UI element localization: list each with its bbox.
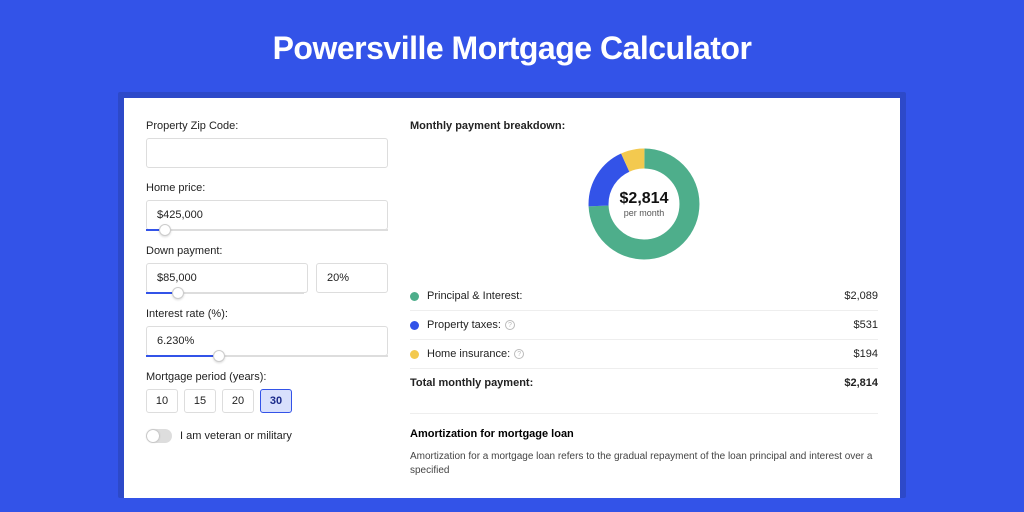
total-label: Total monthly payment: bbox=[410, 377, 844, 389]
amortization-title: Amortization for mortgage loan bbox=[410, 428, 878, 440]
breakdown-item: Principal & Interest:$2,089 bbox=[410, 282, 878, 310]
toggle-knob-icon bbox=[147, 430, 159, 442]
breakdown-item-value: $194 bbox=[854, 348, 878, 360]
info-icon[interactable]: ? bbox=[514, 349, 524, 359]
breakdown-title: Monthly payment breakdown: bbox=[410, 120, 878, 132]
total-value: $2,814 bbox=[844, 377, 878, 389]
breakdown-item: Home insurance:?$194 bbox=[410, 339, 878, 368]
legend-dot-icon bbox=[410, 292, 419, 301]
veteran-label: I am veteran or military bbox=[180, 430, 292, 442]
interest-input[interactable] bbox=[146, 326, 388, 356]
period-field: Mortgage period (years): 10152030 bbox=[146, 371, 388, 413]
home-price-label: Home price: bbox=[146, 182, 388, 194]
slider-handle-icon[interactable] bbox=[159, 224, 171, 236]
down-payment-slider[interactable] bbox=[146, 292, 304, 294]
veteran-toggle[interactable] bbox=[146, 429, 172, 443]
interest-slider[interactable] bbox=[146, 355, 388, 357]
donut-chart: $2,814 per month bbox=[584, 144, 704, 264]
down-payment-field: Down payment: bbox=[146, 245, 388, 294]
page-title: Powersville Mortgage Calculator bbox=[0, 0, 1024, 92]
zip-field: Property Zip Code: bbox=[146, 120, 388, 168]
zip-label: Property Zip Code: bbox=[146, 120, 388, 132]
period-button-15[interactable]: 15 bbox=[184, 389, 216, 413]
home-price-slider[interactable] bbox=[146, 229, 388, 231]
period-label: Mortgage period (years): bbox=[146, 371, 388, 383]
total-row: Total monthly payment: $2,814 bbox=[410, 368, 878, 397]
calculator-card: Property Zip Code: Home price: Down paym… bbox=[124, 98, 900, 498]
form-column: Property Zip Code: Home price: Down paym… bbox=[146, 120, 388, 498]
amortization-block: Amortization for mortgage loan Amortizat… bbox=[410, 413, 878, 478]
home-price-input[interactable] bbox=[146, 200, 388, 230]
period-button-20[interactable]: 20 bbox=[222, 389, 254, 413]
down-payment-input[interactable] bbox=[146, 263, 308, 293]
zip-input[interactable] bbox=[146, 138, 388, 168]
down-payment-label: Down payment: bbox=[146, 245, 388, 257]
interest-label: Interest rate (%): bbox=[146, 308, 388, 320]
card-outer: Property Zip Code: Home price: Down paym… bbox=[118, 92, 906, 498]
slider-handle-icon[interactable] bbox=[172, 287, 184, 299]
veteran-row: I am veteran or military bbox=[146, 429, 388, 443]
breakdown-item-value: $531 bbox=[854, 319, 878, 331]
breakdown-item: Property taxes:?$531 bbox=[410, 310, 878, 339]
info-icon[interactable]: ? bbox=[505, 320, 515, 330]
amortization-text: Amortization for a mortgage loan refers … bbox=[410, 450, 878, 478]
breakdown-item-label: Principal & Interest: bbox=[427, 290, 844, 302]
down-payment-pct-input[interactable] bbox=[316, 263, 388, 293]
home-price-field: Home price: bbox=[146, 182, 388, 231]
donut-amount: $2,814 bbox=[620, 190, 669, 208]
period-button-30[interactable]: 30 bbox=[260, 389, 292, 413]
period-button-10[interactable]: 10 bbox=[146, 389, 178, 413]
breakdown-item-value: $2,089 bbox=[844, 290, 878, 302]
breakdown-item-label: Home insurance:? bbox=[427, 348, 854, 360]
donut-chart-wrap: $2,814 per month bbox=[410, 144, 878, 264]
breakdown-item-label: Property taxes:? bbox=[427, 319, 854, 331]
interest-field: Interest rate (%): bbox=[146, 308, 388, 357]
legend-dot-icon bbox=[410, 350, 419, 359]
legend-dot-icon bbox=[410, 321, 419, 330]
slider-handle-icon[interactable] bbox=[213, 350, 225, 362]
donut-center: $2,814 per month bbox=[584, 144, 704, 264]
breakdown-column: Monthly payment breakdown: $2,814 per mo… bbox=[410, 120, 878, 498]
donut-sub: per month bbox=[624, 208, 665, 218]
